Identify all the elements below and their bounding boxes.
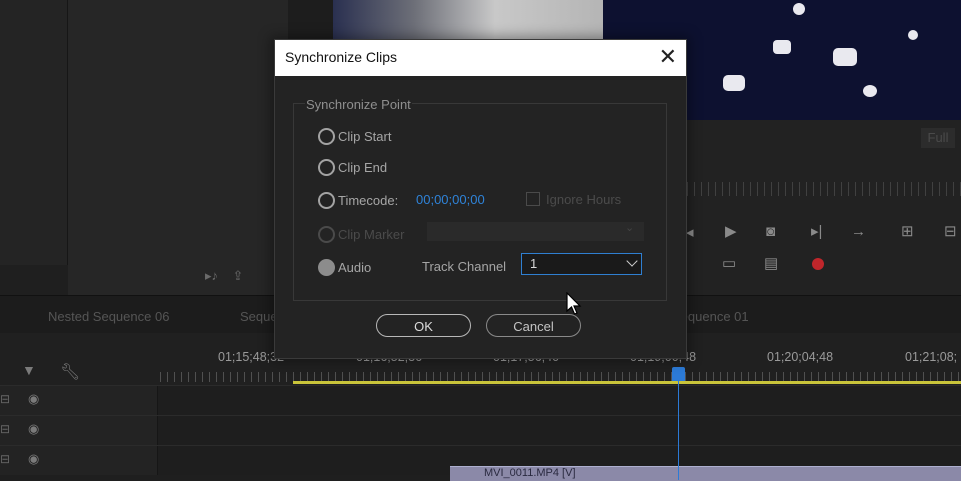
timecode-label: 01;20;04;48	[767, 350, 834, 364]
zoom-fit-select[interactable]: Full	[921, 128, 955, 148]
track-target-icon[interactable]: ⊟	[0, 392, 10, 406]
source-monitor	[68, 0, 290, 295]
wrench-icon[interactable]: 🔧︎	[60, 362, 80, 382]
group-title: Synchronize Point	[305, 97, 412, 112]
track-header: ⊟ ◉	[0, 386, 158, 415]
mouse-cursor-icon	[566, 292, 582, 315]
track-v3[interactable]: ⊟ ◉	[0, 385, 961, 415]
radio-label-clip-marker: Clip Marker	[338, 227, 405, 242]
dialog-titlebar[interactable]: Synchronize Clips ✕	[275, 40, 686, 76]
compare-view-icon[interactable]: ▤	[764, 255, 778, 273]
track-target-icon[interactable]: ⊟	[0, 422, 10, 436]
track-channel-label: Track Channel	[422, 259, 507, 274]
track-v2[interactable]: ⊟ ◉	[0, 415, 961, 445]
add-marker-icon[interactable]: ▼	[22, 362, 36, 378]
cancel-button[interactable]: Cancel	[486, 314, 581, 337]
project-panel	[0, 0, 68, 265]
radio-clip-marker[interactable]	[318, 226, 335, 243]
radio-clip-start[interactable]	[318, 128, 335, 145]
radio-timecode[interactable]	[318, 192, 335, 209]
radio-label-clip-end[interactable]: Clip End	[338, 160, 387, 175]
dialog-title: Synchronize Clips	[285, 49, 398, 65]
work-area-bar[interactable]	[293, 381, 961, 384]
step-forward-icon[interactable]: ▸|	[811, 223, 822, 241]
eye-icon[interactable]: ◉	[28, 421, 39, 437]
radio-label-timecode[interactable]: Timecode:	[338, 193, 398, 208]
playhead-handle[interactable]	[672, 367, 685, 381]
eye-icon[interactable]: ◉	[28, 391, 39, 407]
camera-icon[interactable]: ◙	[766, 223, 775, 241]
track-header: ⊟ ◉	[0, 446, 158, 475]
timecode-label: 01;21;08;	[905, 350, 958, 364]
timecode-input[interactable]: 00;00;00;00	[416, 192, 485, 207]
playhead-line	[678, 380, 679, 480]
play-icon[interactable]: ▶	[725, 223, 737, 241]
radio-audio[interactable]	[318, 259, 335, 276]
source-insert-icon[interactable]: ▸♪ ⇪	[205, 268, 243, 284]
record-icon[interactable]	[812, 258, 824, 270]
safe-margins-icon[interactable]: ▭	[722, 255, 736, 273]
radio-label-audio[interactable]: Audio	[338, 260, 371, 275]
ignore-hours-checkbox[interactable]	[526, 192, 540, 206]
lift-icon[interactable]: ⊞	[901, 223, 914, 241]
ignore-hours-label: Ignore Hours	[546, 192, 622, 207]
clip-marker-select[interactable]	[427, 222, 644, 241]
extract-icon[interactable]: ⊟	[944, 223, 957, 241]
go-to-out-icon[interactable]: →	[851, 223, 866, 241]
monitor-ruler[interactable]	[680, 182, 961, 196]
track-target-icon[interactable]: ⊟	[0, 452, 10, 466]
track-channel-select[interactable]: 1	[521, 253, 642, 275]
chevron-down-icon	[626, 255, 638, 267]
radio-clip-end[interactable]	[318, 159, 335, 176]
radio-label-clip-start[interactable]: Clip Start	[338, 129, 391, 144]
track-channel-value: 1	[530, 256, 538, 271]
close-icon[interactable]: ✕	[659, 44, 677, 70]
track-header: ⊟ ◉	[0, 416, 158, 445]
tab-nested-sequence-06[interactable]: Nested Sequence 06	[48, 309, 169, 324]
eye-icon[interactable]: ◉	[28, 451, 39, 467]
synchronize-clips-dialog: Synchronize Clips ✕ Synchronize Point Cl…	[274, 39, 687, 359]
ok-button[interactable]: OK	[376, 314, 471, 337]
chevron-down-icon: ⌄	[625, 222, 635, 234]
clip-label: MVI_0011.MP4 [V]	[484, 467, 576, 479]
